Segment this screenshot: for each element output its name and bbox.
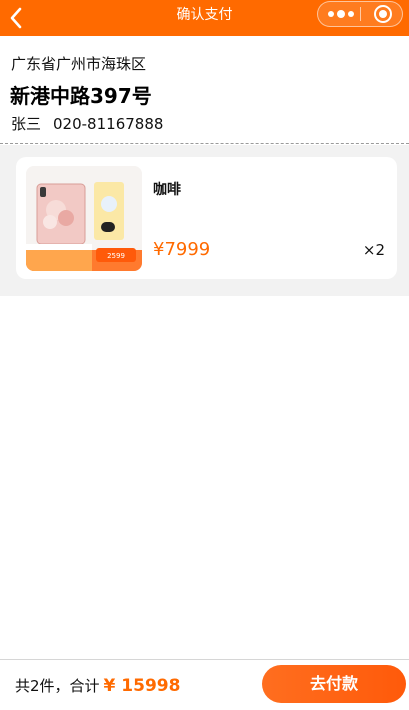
product-card[interactable]: 2599 咖啡 ¥7999 ×2 [16, 157, 397, 279]
address-contact: 张三 020-81167888 [11, 113, 163, 134]
address-street: 新港中路397号 [10, 84, 152, 108]
order-items: 2599 咖啡 ¥7999 ×2 [0, 145, 409, 296]
checkout-bar: 共2件，合计 ¥ 15998 去付款 [0, 659, 409, 710]
pay-button[interactable]: 去付款 [262, 665, 406, 703]
receiver-phone: 020-81167888 [53, 115, 164, 133]
nav-bar: 确认支付 [0, 0, 409, 36]
order-summary: 共2件，合计 ¥ 15998 [15, 675, 180, 696]
summary-label: 共2件，合计 [15, 677, 100, 695]
shipping-address[interactable]: 广东省广州市海珠区 新港中路397号 张三 020-81167888 [0, 36, 409, 144]
close-target-icon[interactable] [374, 5, 392, 23]
address-region: 广东省广州市海珠区 [11, 55, 147, 73]
more-dots-icon[interactable] [328, 2, 354, 26]
mini-program-capsule [317, 1, 403, 27]
product-image-badge: 2599 [107, 252, 125, 260]
product-quantity: ×2 [362, 241, 385, 259]
product-price: ¥7999 [153, 239, 211, 260]
capsule-divider [360, 7, 361, 21]
product-name: 咖啡 [153, 182, 181, 198]
order-total: ¥ 15998 [103, 676, 181, 696]
receiver-name: 张三 [11, 115, 42, 133]
product-image: 2599 [26, 166, 142, 271]
